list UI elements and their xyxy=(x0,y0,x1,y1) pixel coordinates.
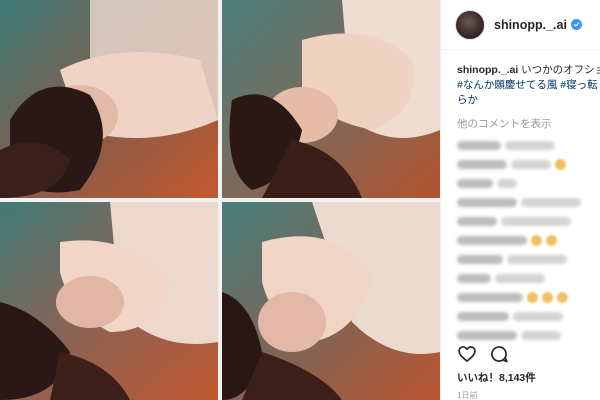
post-actions xyxy=(457,344,509,364)
photo-tile-bottom-right xyxy=(222,202,440,400)
caption-tail: らか xyxy=(457,94,478,106)
like-count[interactable]: いいね！8,143件 xyxy=(457,370,536,385)
post-image[interactable] xyxy=(0,0,440,400)
photo-tile-bottom-left xyxy=(0,202,218,400)
comment-list xyxy=(441,131,600,342)
list-item xyxy=(457,253,600,266)
verified-badge-icon xyxy=(570,19,582,30)
post-header: shinopp._.ai xyxy=(441,0,600,50)
list-item xyxy=(457,158,600,171)
caption-text: いつかのオフショ xyxy=(518,64,600,76)
post-timestamp[interactable]: 1日前 xyxy=(457,390,477,400)
avatar[interactable] xyxy=(455,9,485,40)
view-more-comments-link[interactable]: 他のコメントを表示 xyxy=(441,108,600,131)
list-item xyxy=(457,272,600,285)
list-item xyxy=(457,329,600,342)
list-item xyxy=(457,177,600,190)
post-side-panel: shinopp._.ai shinopp._.ai いつかのオフショ #なんか願… xyxy=(440,0,600,400)
speech-bubble-icon[interactable] xyxy=(489,344,509,364)
photo-tile-top-right xyxy=(222,0,440,198)
heart-icon[interactable] xyxy=(457,344,477,364)
caption-hashtags[interactable]: #なんか願慶せてる風 #寝っ転 xyxy=(441,78,600,93)
list-item xyxy=(457,215,600,228)
list-item xyxy=(457,291,600,304)
caption-username[interactable]: shinopp._.ai xyxy=(457,64,518,76)
list-item xyxy=(457,234,600,247)
photo-tile-top-left xyxy=(0,0,218,198)
list-item xyxy=(457,310,600,323)
username-link[interactable]: shinopp._.ai xyxy=(494,18,567,32)
list-item xyxy=(457,196,600,209)
post-caption: shinopp._.ai いつかのオフショ xyxy=(441,50,600,78)
list-item xyxy=(457,139,600,152)
